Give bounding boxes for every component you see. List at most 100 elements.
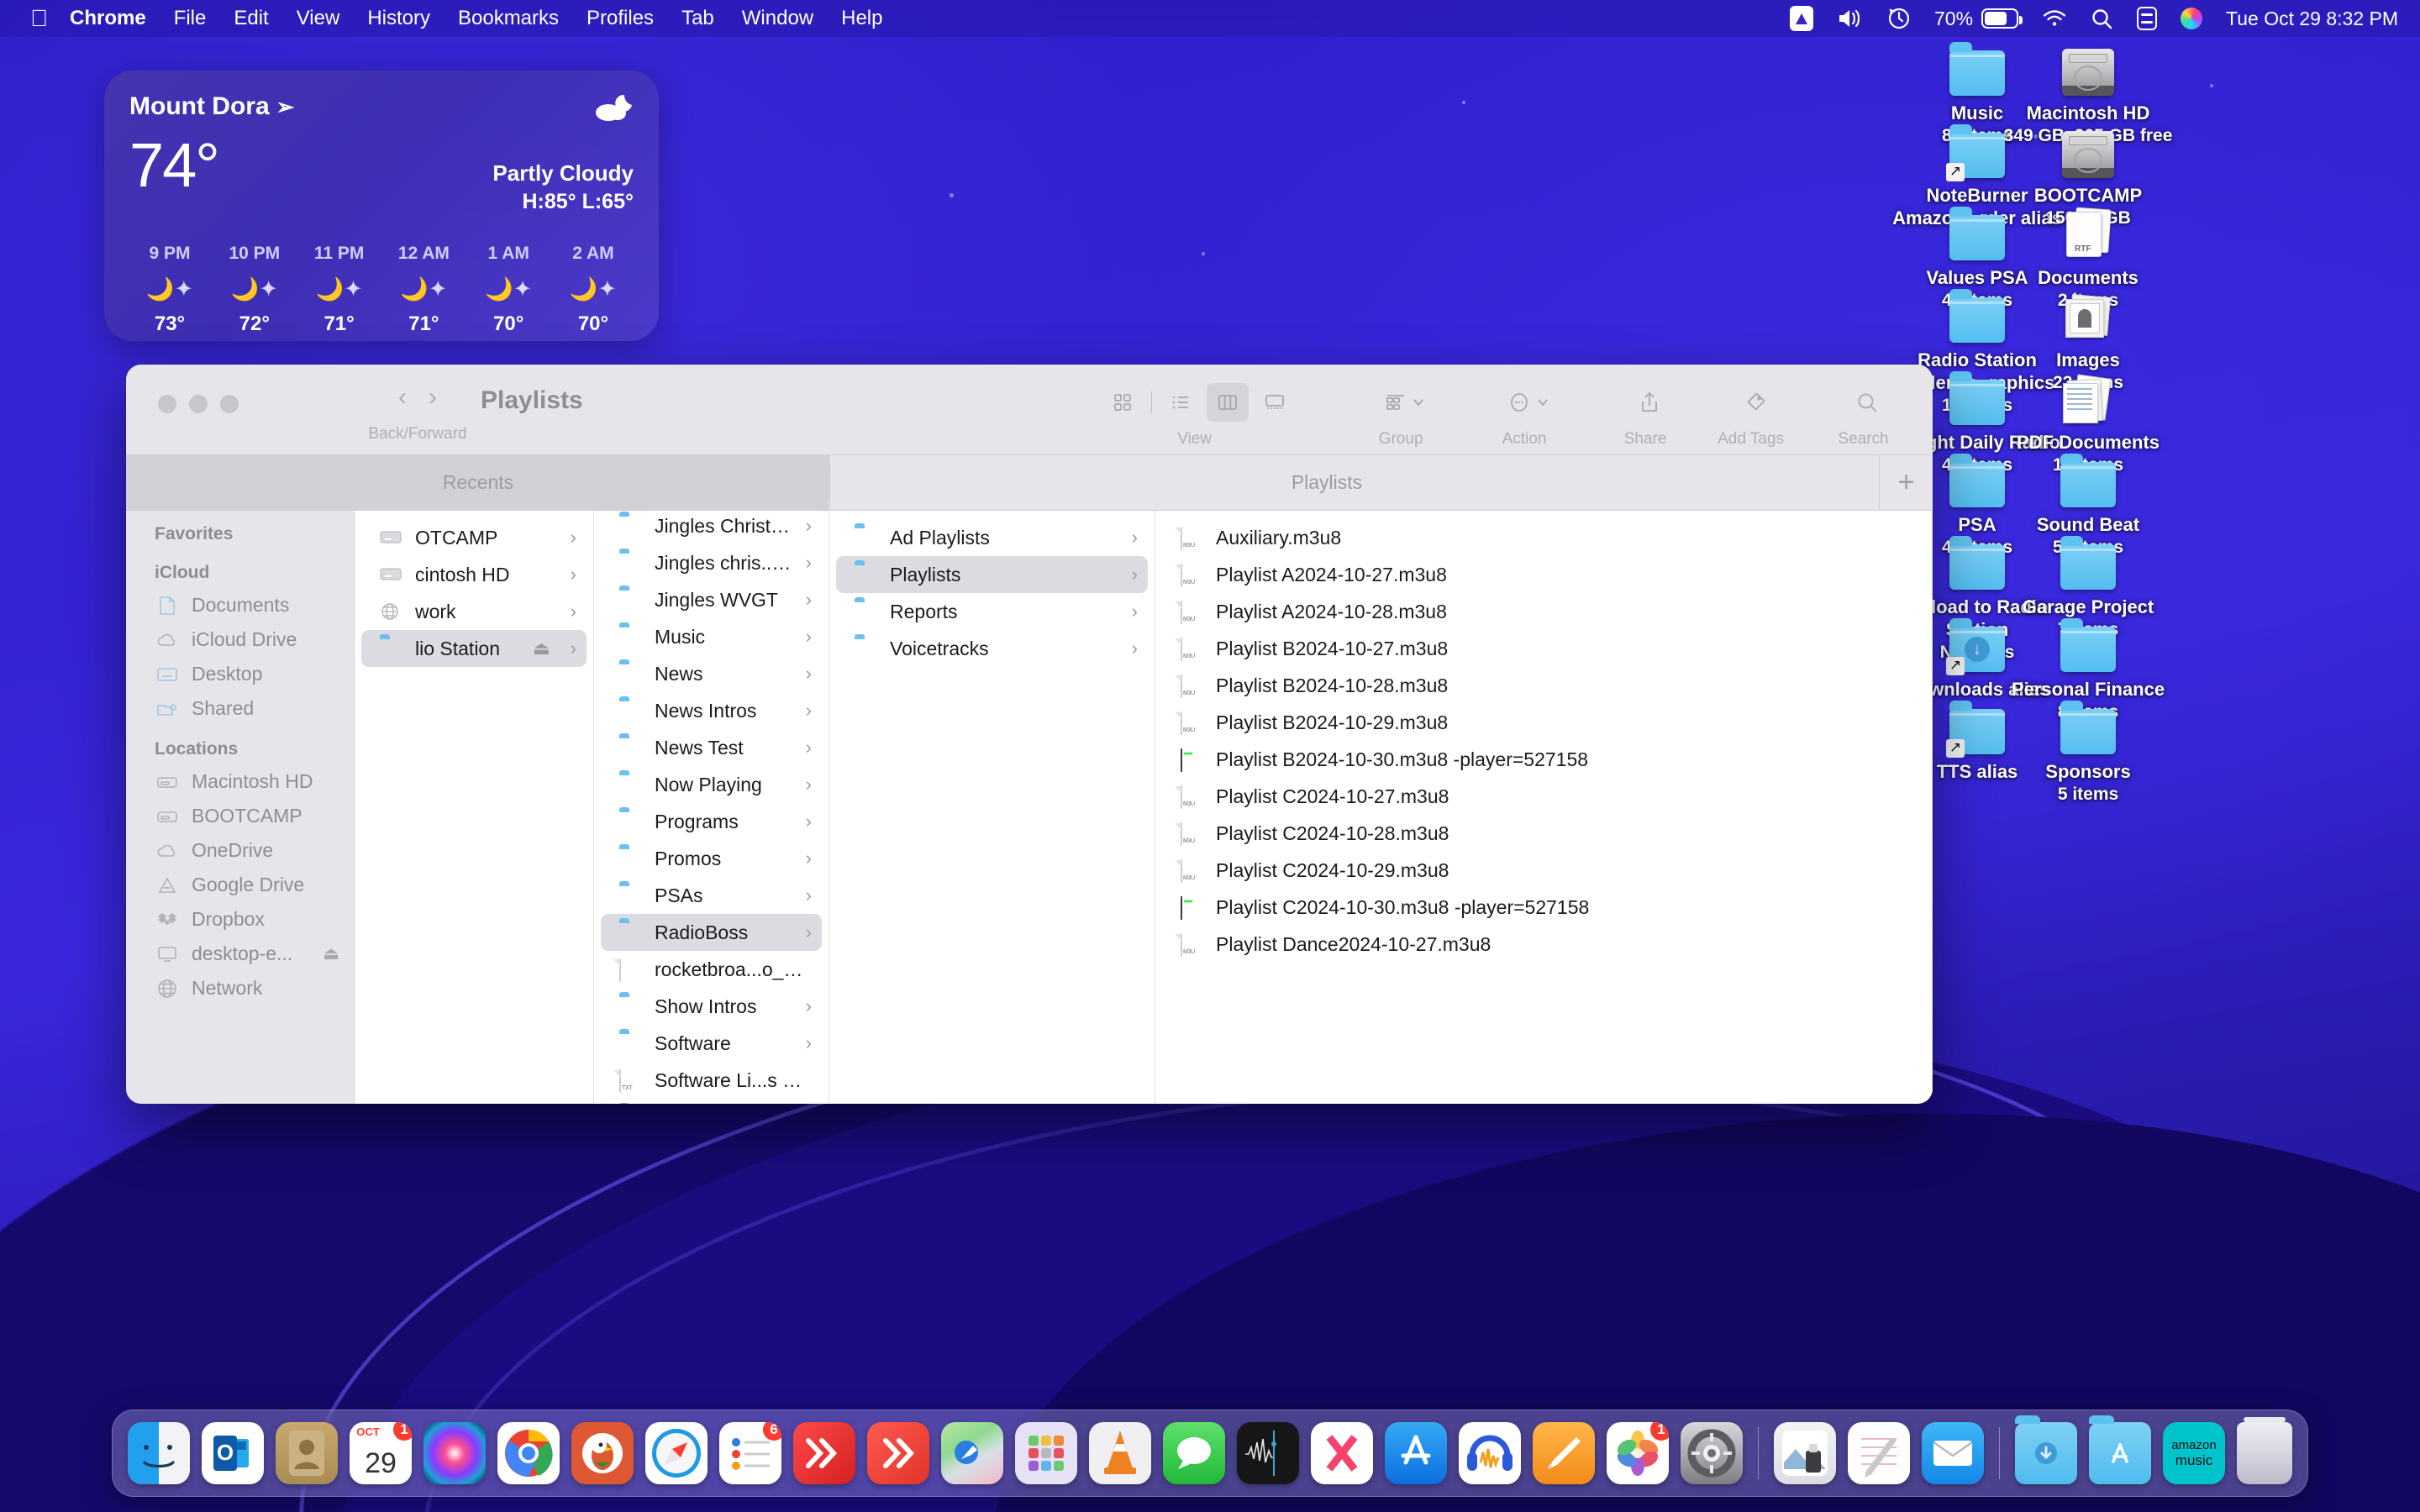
finder-item[interactable]: News Intros › xyxy=(601,692,822,729)
icon-view-button[interactable] xyxy=(1102,383,1144,422)
forward-icon[interactable]: › xyxy=(429,385,437,410)
finder-item[interactable]: Promos › xyxy=(601,840,822,877)
sidebar-item-network[interactable]: Network xyxy=(126,971,355,1005)
menu-item-chrome[interactable]: Chrome xyxy=(70,7,146,30)
siri-icon[interactable] xyxy=(2181,8,2203,29)
finder-item[interactable]: Voicetracks › xyxy=(836,630,1148,667)
finder-item[interactable]: Reports › xyxy=(836,593,1148,630)
menu-item-bookmarks[interactable]: Bookmarks xyxy=(458,7,559,30)
sidebar-item-google-drive[interactable]: Google Drive xyxy=(126,868,355,902)
sidebar-item-macintosh-hd[interactable]: Macintosh HD xyxy=(126,764,355,799)
finder-item[interactable]: Jingles WVGT › xyxy=(601,581,822,618)
dock-app-voice-memos[interactable] xyxy=(1237,1422,1299,1484)
dock-app-safari[interactable] xyxy=(645,1422,708,1484)
dock-app-preview[interactable] xyxy=(1774,1422,1836,1484)
sidebar-item-documents[interactable]: Documents xyxy=(126,588,355,622)
finder-item[interactable]: M3U Playlist A2024-10-28.m3u8 xyxy=(1162,593,1925,630)
dock-app-textedit[interactable] xyxy=(1848,1422,1910,1484)
menu-item-history[interactable]: History xyxy=(367,7,430,30)
finder-item[interactable]: M3U Auxiliary.m3u8 xyxy=(1162,519,1925,556)
finder-item[interactable]: Playlists › xyxy=(836,556,1148,593)
group-control[interactable]: Group xyxy=(1360,383,1442,449)
dock-trash[interactable] xyxy=(2237,1417,2292,1484)
finder-item[interactable]: M3U Playlist C2024-10-28.m3u8 xyxy=(1162,815,1925,852)
dock-app-mail[interactable] xyxy=(1922,1422,1984,1484)
dock-app-photos[interactable]: 1 xyxy=(1607,1422,1669,1484)
menu-bar-clock[interactable]: Tue Oct 29 8:32 PM xyxy=(2226,8,2398,30)
finder-item[interactable]: M3U Playlist Dance2024-10-27.m3u8 xyxy=(1162,926,1925,963)
finder-item[interactable]: Playlist C2024-10-30.m3u8 -player=527158 xyxy=(1162,889,1925,926)
dock-app-finder[interactable] xyxy=(128,1422,190,1484)
finder-item[interactable]: RadioBoss › xyxy=(601,914,822,951)
gallery-view-button[interactable] xyxy=(1254,383,1296,422)
sidebar-item-shared[interactable]: Shared xyxy=(126,691,355,726)
finder-item[interactable]: Ad Playlists › xyxy=(836,519,1148,556)
dock-app-duckduckgo[interactable] xyxy=(571,1422,634,1484)
finder-item[interactable]: M3U Playlist B2024-10-27.m3u8 xyxy=(1162,630,1925,667)
menu-item-window[interactable]: Window xyxy=(742,7,813,30)
dock-app-vlc[interactable] xyxy=(1089,1422,1151,1484)
list-view-button[interactable] xyxy=(1160,383,1202,422)
finder-item[interactable]: M3U Playlist B2024-10-28.m3u8 xyxy=(1162,667,1925,704)
finder-item[interactable]: cintosh HD › xyxy=(361,556,587,593)
apple-logo-icon[interactable]:  xyxy=(30,7,48,30)
finder-item[interactable]: Now Playing › xyxy=(601,766,822,803)
action-control[interactable]: Action xyxy=(1482,383,1566,449)
sidebar-item-desktop[interactable]: Desktop xyxy=(126,657,355,691)
dock-app-launchpad[interactable] xyxy=(1015,1422,1077,1484)
finder-item[interactable]: M3U Playlist C2024-10-27.m3u8 xyxy=(1162,778,1925,815)
dock-app-google-chrome[interactable] xyxy=(497,1422,560,1484)
menu-item-help[interactable]: Help xyxy=(841,7,882,30)
new-tab-button[interactable]: + xyxy=(1879,455,1933,510)
dock-app-freeform[interactable] xyxy=(1533,1422,1595,1484)
finder-item[interactable]: M3U Playlist C2024-10-29.m3u8 xyxy=(1162,852,1925,889)
sidebar-item-desktop-e[interactable]: desktop-e... ⏏ xyxy=(126,937,355,971)
eject-icon[interactable]: ⏏ xyxy=(533,638,550,659)
minimize-button[interactable] xyxy=(189,395,208,413)
zoom-button[interactable] xyxy=(220,395,239,413)
spotlight-search-icon[interactable] xyxy=(2091,8,2113,30)
finder-item[interactable]: TXT Software Li...s WVGT.txt xyxy=(601,1062,822,1099)
back-icon[interactable]: ‹ xyxy=(398,385,407,410)
finder-tab-playlists[interactable]: Playlists xyxy=(830,455,1823,510)
sidebar-item-onedrive[interactable]: OneDrive xyxy=(126,833,355,868)
finder-item[interactable]: News Test › xyxy=(601,729,822,766)
menu-item-profiles[interactable]: Profiles xyxy=(587,7,654,30)
column-view-button[interactable] xyxy=(1207,383,1249,422)
dock-app-maps[interactable] xyxy=(941,1422,1003,1484)
finder-item[interactable]: Jingles chris...as Masters › xyxy=(601,544,822,581)
finder-item[interactable]: Music › xyxy=(601,618,822,655)
dock-app-siri[interactable] xyxy=(424,1422,486,1484)
desktop-icon-sponsors[interactable]: Sponsors 5 items xyxy=(1987,694,2189,805)
finder-item[interactable]: lio Station ⏏ › xyxy=(361,630,587,667)
dock-app-microsoft-outlook[interactable]: O xyxy=(202,1422,264,1484)
dock-app-audacity[interactable] xyxy=(1459,1422,1521,1484)
menu-item-view[interactable]: View xyxy=(297,7,340,30)
finder-item[interactable]: M3U Playlist B2024-10-29.m3u8 xyxy=(1162,704,1925,741)
dock-app-amazon-music[interactable]: amazon music xyxy=(2163,1422,2225,1484)
finder-item[interactable]: News › xyxy=(601,655,822,692)
volume-icon[interactable] xyxy=(1837,8,1864,29)
battery-status[interactable]: 70% xyxy=(1934,8,2023,30)
menu-item-file[interactable]: File xyxy=(174,7,207,30)
add-tags-control[interactable]: Add Tags xyxy=(1718,383,1784,449)
finder-item[interactable]: M3U Playlist A2024-10-27.m3u8 xyxy=(1162,556,1925,593)
close-button[interactable] xyxy=(158,395,176,413)
finder-item[interactable]: work › xyxy=(361,593,587,630)
share-control[interactable]: Share xyxy=(1613,383,1677,449)
dock-stack-downloads[interactable] xyxy=(2015,1415,2077,1484)
finder-item[interactable]: Spots› xyxy=(601,1099,822,1104)
dock-app-contacts[interactable] xyxy=(276,1422,338,1484)
finder-item[interactable]: PSAs › xyxy=(601,877,822,914)
search-control[interactable]: Search xyxy=(1831,383,1896,449)
dock-app-shift[interactable] xyxy=(867,1422,929,1484)
finder-window[interactable]: ‹ › Back/Forward Playlists View Group Ac… xyxy=(126,365,1933,1104)
sidebar-item-bootcamp[interactable]: BOOTCAMP xyxy=(126,799,355,833)
finder-item[interactable]: Playlist B2024-10-30.m3u8 -player=527158 xyxy=(1162,741,1925,778)
eject-icon[interactable]: ⏏ xyxy=(323,943,339,964)
finder-item[interactable]: Show Intros › xyxy=(601,988,822,1025)
finder-item[interactable]: OTCAMP › xyxy=(361,519,587,556)
dock-stack-applications[interactable] xyxy=(2089,1415,2151,1484)
finder-item[interactable]: Jingles Christmas › xyxy=(601,507,822,544)
dock-app-news[interactable] xyxy=(1311,1422,1373,1484)
